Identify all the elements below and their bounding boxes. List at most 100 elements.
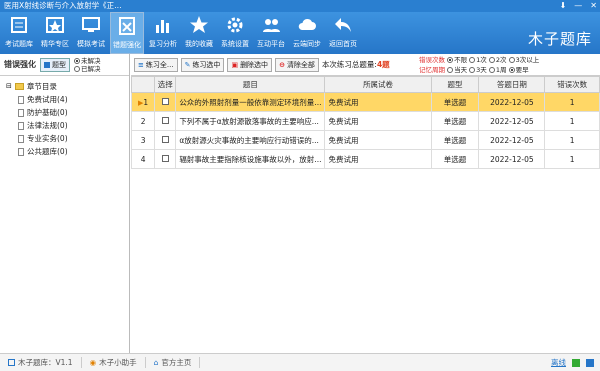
window-title: 医用X射线诊断与介入放射学《正…: [4, 1, 122, 10]
window-icon[interactable]: [586, 358, 594, 367]
close-icon[interactable]: ✕: [590, 0, 597, 12]
document-icon: [18, 134, 24, 143]
paper-cell: 免费试用: [324, 92, 432, 112]
table-row[interactable]: 4 辐射事故主要指除核设施事故以外，放射... 免费试用 单选题 2022-12…: [130, 149, 600, 169]
list-icon: ≡: [138, 60, 144, 69]
chapter-tree: ⊟ 章节目录 免费试用(4) 防护基础(0) 法律法规(0) 专业实务(0) 公共…: [0, 76, 129, 158]
star-box-icon: [46, 17, 64, 33]
cloud-icon: [298, 18, 316, 30]
error-opt-3[interactable]: 3次以上: [508, 56, 539, 64]
practice-selected-button[interactable]: ✎ 练习选中: [180, 57, 225, 72]
type-button[interactable]: 题型: [40, 57, 70, 72]
toolbar-review-analysis[interactable]: 复习分析: [146, 12, 180, 54]
toolbar-home[interactable]: 返回首页: [326, 12, 360, 54]
type-cell: 单选题: [430, 92, 480, 112]
header-errors[interactable]: 错误次数: [544, 76, 600, 93]
paper-cell: 免费试用: [324, 149, 432, 169]
radio-icon: [447, 57, 454, 63]
date-cell: 2022-12-05: [478, 92, 546, 112]
header-select[interactable]: 选择: [154, 76, 177, 93]
delete-icon: ▣: [231, 60, 239, 69]
header-question[interactable]: 题目: [175, 76, 326, 93]
header-date[interactable]: 答题日期: [478, 76, 546, 93]
toolbar-error-practice[interactable]: 错题强化: [110, 12, 144, 54]
row-checkbox[interactable]: [161, 97, 169, 105]
practice-count: 本次练习总题量:4题: [321, 60, 390, 69]
radio-icon: [508, 67, 515, 73]
toolbar-settings[interactable]: 系统设置: [218, 12, 252, 54]
tree-item[interactable]: 专业实务(0): [6, 132, 129, 145]
row-checkbox[interactable]: [161, 135, 169, 143]
tree-root[interactable]: ⊟ 章节目录: [6, 80, 129, 93]
download-icon[interactable]: ⬇: [560, 0, 567, 12]
paper-cell: 免费试用: [324, 111, 432, 131]
tree-item[interactable]: 法律法规(0): [6, 119, 129, 132]
filter-resolved[interactable]: 已解决: [74, 65, 101, 73]
pen-icon: ✎: [184, 60, 191, 69]
filter-unresolved[interactable]: 未解决: [74, 57, 101, 65]
tree-item[interactable]: 公共题库(0): [6, 145, 129, 158]
error-opt-1[interactable]: 1次: [469, 56, 487, 64]
tree-item[interactable]: 防护基础(0): [6, 106, 129, 119]
header-type[interactable]: 题型: [430, 76, 480, 93]
errors-cell: 1: [544, 111, 600, 131]
people-icon: [263, 19, 280, 32]
table-row[interactable]: ▶1 公众的外照射剂量一般依靠测定环境剂量... 免费试用 单选题 2022-1…: [130, 92, 600, 112]
helper-icon: ◉: [89, 358, 97, 367]
table-row[interactable]: 3 α放射源火灾事故的主要响应行动错误的... 免费试用 单选题 2022-12…: [130, 130, 600, 150]
online-status[interactable]: 离线: [551, 357, 566, 368]
toolbar-favorites[interactable]: 我的收藏: [182, 12, 216, 54]
radio-icon: [74, 65, 80, 72]
clear-all-button[interactable]: ⊖ 清除全部: [275, 57, 319, 72]
errors-cell: 1: [544, 92, 600, 112]
bar-chart-icon: [156, 20, 169, 33]
toolbar-featured[interactable]: 精华专区: [38, 12, 72, 54]
question-cell: 辐射事故主要指除核设施事故以外，放射...: [175, 149, 326, 169]
stop-icon: ⊖: [279, 60, 285, 69]
memory-opt-early[interactable]: 要早: [508, 66, 529, 74]
homepage-link[interactable]: ⌂ 官方主页: [146, 357, 201, 368]
tree-item[interactable]: 免费试用(4): [6, 93, 129, 106]
document-icon: [18, 121, 24, 130]
document-icon: [18, 95, 24, 104]
action-bar: ≡ 练习全... ✎ 练习选中 ▣ 删除选中 ⊖ 清除全部 本次练习总题量:4题 错误次…: [131, 54, 600, 76]
error-opt-2[interactable]: 2次: [488, 56, 507, 64]
collapse-icon[interactable]: ⊟: [6, 80, 12, 93]
row-checkbox[interactable]: [161, 154, 169, 162]
document-icon: [18, 108, 24, 117]
table-row[interactable]: 2 下列不属于α放射源散落事故的主要响应... 免费试用 单选题 2022-12…: [130, 111, 600, 131]
document-icon: [18, 147, 24, 156]
radio-icon: [508, 57, 515, 63]
practice-all-button[interactable]: ≡ 练习全...: [134, 57, 178, 72]
type-cell: 单选题: [430, 149, 480, 169]
left-panel: 错误强化 题型 未解决 已解决 ⊟ 章节目录 免费试用(4) 防护基础(0) 法律…: [0, 54, 130, 353]
row-checkbox[interactable]: [161, 116, 169, 124]
toolbar-community[interactable]: 互动平台: [254, 12, 288, 54]
status-bar: 木子题库：V1.1 ◉ 木子小助手 ⌂ 官方主页 离线: [0, 353, 600, 371]
memory-opt-today[interactable]: 当天: [447, 66, 467, 74]
date-cell: 2022-12-05: [478, 130, 546, 150]
error-table: 选择 题目 所属试卷 题型 答题日期 错误次数 ▶1 公众的外照射剂量一般依靠测…: [130, 76, 600, 169]
type-cell: 单选题: [430, 111, 480, 131]
toolbar-question-bank[interactable]: 考试题库: [2, 12, 36, 54]
type-cell: 单选题: [430, 130, 480, 150]
helper-link[interactable]: ◉ 木子小助手: [82, 357, 146, 368]
delete-selected-button[interactable]: ▣ 删除选中: [227, 57, 273, 72]
memory-opt-1week[interactable]: 1周: [488, 66, 507, 74]
error-opt-unlimited[interactable]: 不限: [447, 56, 467, 64]
toolbar-mock-exam[interactable]: 模拟考试: [74, 12, 108, 54]
minimize-icon[interactable]: —: [574, 0, 582, 12]
toolbar-cloud-sync[interactable]: 云端同步: [290, 12, 324, 54]
header-paper[interactable]: 所属试卷: [324, 76, 432, 93]
excel-icon[interactable]: [572, 358, 580, 367]
paper-cell: 免费试用: [324, 130, 432, 150]
radio-icon: [469, 57, 476, 63]
grid-icon: [44, 61, 50, 68]
memory-opt-3days[interactable]: 3天: [469, 66, 487, 74]
back-icon: [335, 18, 351, 32]
panel-title: 错误强化: [4, 60, 36, 69]
app-icon: [8, 359, 15, 366]
radio-icon: [469, 67, 476, 73]
app-version: 木子题库：V1.1: [0, 357, 82, 368]
radio-icon: [488, 57, 495, 63]
